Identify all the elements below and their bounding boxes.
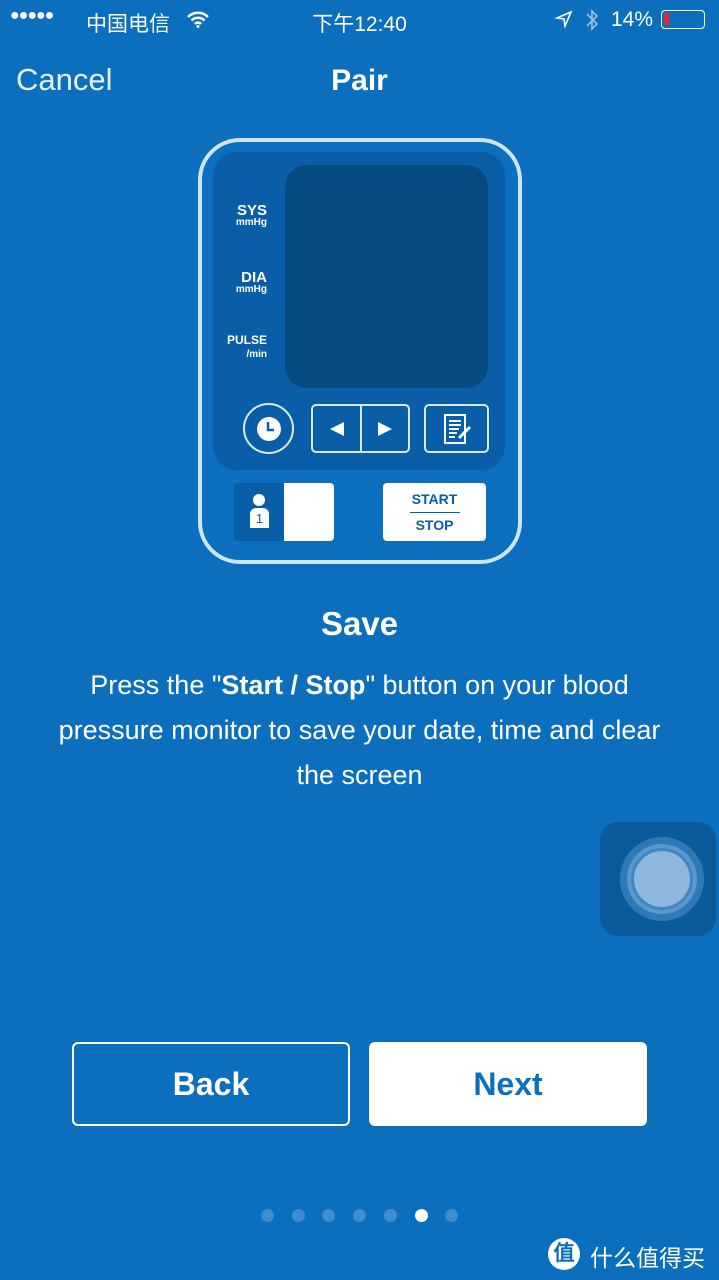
- step-description: Press the "Start / Stop" button on your …: [40, 663, 679, 798]
- step-title: Save: [320, 605, 399, 642]
- watermark-text: 什么值得买: [590, 1245, 705, 1271]
- pulse-text: PULSE: [226, 333, 267, 347]
- dia-text: DIA: [241, 269, 267, 286]
- back-button[interactable]: Back: [72, 1042, 350, 1126]
- page-dot[interactable]: [353, 1209, 366, 1222]
- dia-unit: mmHg: [235, 284, 267, 295]
- assistive-touch-button[interactable]: [600, 822, 716, 936]
- watermark-logo: 值: [548, 1238, 580, 1270]
- right-arrow-icon: [378, 422, 392, 436]
- user-icon: 1: [234, 483, 284, 541]
- page-dot[interactable]: [261, 1209, 274, 1222]
- start-text: START: [411, 491, 458, 507]
- memo-icon: [424, 404, 489, 453]
- location-icon: [555, 10, 573, 28]
- desc-text: Press the ": [90, 670, 222, 700]
- page-dot-active[interactable]: [415, 1209, 428, 1222]
- arrow-buttons: [311, 404, 410, 453]
- desc-bold: Start / Stop: [221, 670, 366, 700]
- battery-percent: 14%: [611, 8, 654, 31]
- dia-label: DIA mmHg: [215, 270, 267, 295]
- start-stop-button: START STOP: [383, 483, 486, 541]
- sys-label: SYS mmHg: [215, 203, 267, 228]
- user-button: [284, 483, 334, 541]
- next-button[interactable]: Next: [369, 1042, 647, 1126]
- page-dot[interactable]: [384, 1209, 397, 1222]
- page-dot[interactable]: [292, 1209, 305, 1222]
- bluetooth-icon: [586, 9, 599, 31]
- page-dot[interactable]: [445, 1209, 458, 1222]
- left-arrow-icon: [330, 422, 344, 436]
- page-dot[interactable]: [322, 1209, 335, 1222]
- pulse-unit: /min: [246, 349, 267, 360]
- user-number: 1: [250, 508, 269, 528]
- monitor-screen: [285, 165, 488, 388]
- sys-unit: mmHg: [235, 217, 267, 228]
- pulse-label: PULSE /min: [215, 334, 267, 360]
- sys-text: SYS: [236, 202, 267, 219]
- stop-text: STOP: [415, 517, 454, 533]
- page-title: Pair: [331, 64, 388, 97]
- status-bar: ●●●●● 中国电信 下午12:40 14%: [0, 0, 719, 40]
- clock-button-icon: [243, 403, 294, 454]
- battery-icon: [661, 10, 705, 29]
